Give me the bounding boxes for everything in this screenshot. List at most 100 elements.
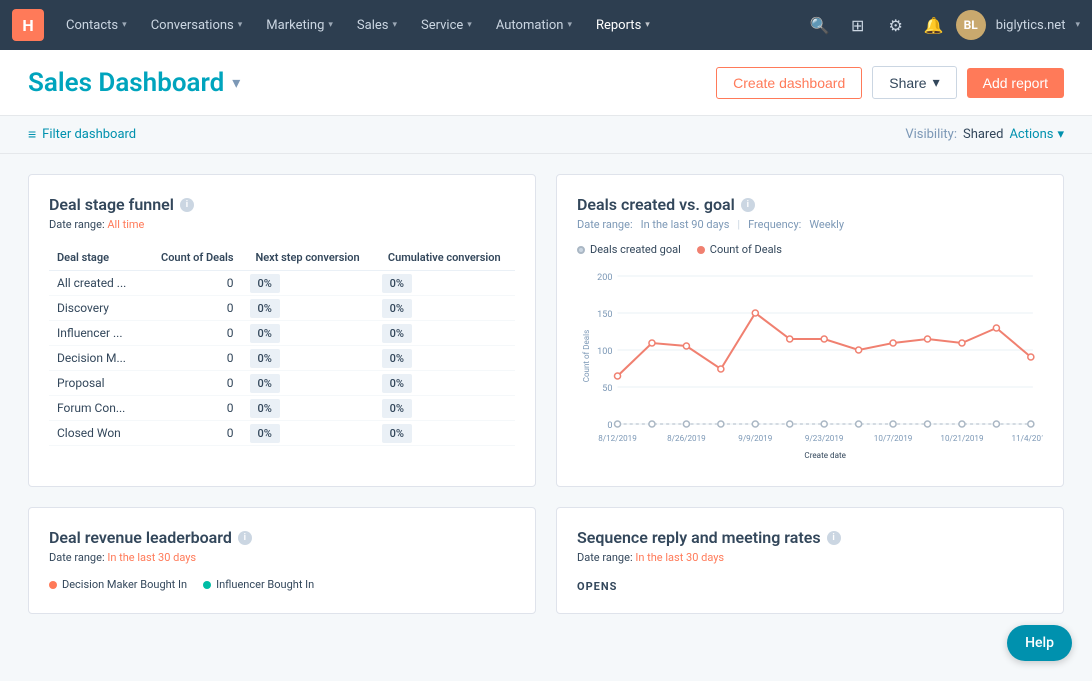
table-row: Decision M... 0 0% 0% <box>49 346 515 371</box>
svg-text:0: 0 <box>607 421 612 431</box>
svg-text:8/12/2019: 8/12/2019 <box>598 434 637 443</box>
add-report-button[interactable]: Add report <box>967 68 1064 98</box>
leaderboard-info-icon[interactable]: i <box>238 531 252 545</box>
settings-icon[interactable]: ⚙ <box>880 9 912 41</box>
share-chevron-icon: ▾ <box>933 74 940 91</box>
actions-button[interactable]: Actions ▾ <box>1009 127 1064 142</box>
legend-goal: Deals created goal <box>577 243 681 256</box>
notifications-icon[interactable]: 🔔 <box>918 9 950 41</box>
stage-name: Forum Con... <box>49 396 143 421</box>
hubspot-logo[interactable]: H <box>12 9 44 41</box>
cumulative-conversion: 0% <box>374 346 515 371</box>
search-icon[interactable]: 🔍 <box>804 9 836 41</box>
svg-text:10/21/2019: 10/21/2019 <box>940 434 983 443</box>
avatar[interactable]: BL <box>956 10 986 40</box>
next-step-conversion: 0% <box>242 421 374 446</box>
funnel-info-icon[interactable]: i <box>180 198 194 212</box>
page-title: Sales Dashboard <box>28 68 224 98</box>
leaderboard-date-range: Date range: In the last 30 days <box>49 551 515 564</box>
chart-area: 200 150 100 50 0 Count of Deals <box>577 266 1043 466</box>
conversations-chevron-icon: ▾ <box>238 20 243 30</box>
stage-name: Closed Won <box>49 421 143 446</box>
nav-contacts[interactable]: Contacts ▾ <box>56 12 137 39</box>
chart-meta: Date range: In the last 90 days | Freque… <box>577 218 1043 231</box>
nav-sales[interactable]: Sales ▾ <box>347 12 407 39</box>
marketing-chevron-icon: ▾ <box>328 20 333 30</box>
filter-dashboard-button[interactable]: ≡ Filter dashboard <box>28 126 136 143</box>
automation-chevron-icon: ▾ <box>567 20 572 30</box>
chart-frequency-value: Weekly <box>809 218 844 231</box>
stage-name: Decision M... <box>49 346 143 371</box>
legend-count: Count of Deals <box>697 243 782 256</box>
cumulative-conversion: 0% <box>374 396 515 421</box>
funnel-date-range-value: All time <box>107 218 144 231</box>
legend-influencer: Influencer Bought In <box>203 578 314 591</box>
funnel-table: Deal stage Count of Deals Next step conv… <box>49 245 515 446</box>
service-chevron-icon: ▾ <box>467 20 472 30</box>
sequence-title: Sequence reply and meeting rates i <box>577 528 1043 547</box>
col-cumulative: Cumulative conversion <box>374 245 515 271</box>
svg-text:8/26/2019: 8/26/2019 <box>667 434 706 443</box>
marketplace-icon[interactable]: ⊞ <box>842 9 874 41</box>
sequence-info-icon[interactable]: i <box>827 531 841 545</box>
stage-name: Proposal <box>49 371 143 396</box>
table-row: Proposal 0 0% 0% <box>49 371 515 396</box>
svg-text:150: 150 <box>597 310 612 320</box>
nav-service[interactable]: Service ▾ <box>411 12 482 39</box>
account-name[interactable]: biglytics.net <box>992 18 1070 33</box>
chart-frequency-label: Frequency: <box>748 218 801 231</box>
leaderboard-card: Deal revenue leaderboard i Date range: I… <box>28 507 536 614</box>
cumulative-conversion: 0% <box>374 421 515 446</box>
sequence-reply-card: Sequence reply and meeting rates i Date … <box>556 507 1064 614</box>
nav-reports[interactable]: Reports ▾ <box>586 12 660 39</box>
stage-count: 0 <box>143 371 242 396</box>
cumulative-conversion: 0% <box>374 371 515 396</box>
stage-name: Discovery <box>49 296 143 321</box>
nav-marketing[interactable]: Marketing ▾ <box>256 12 343 39</box>
nav-automation[interactable]: Automation ▾ <box>486 12 582 39</box>
share-button[interactable]: Share ▾ <box>872 66 956 99</box>
col-stage: Deal stage <box>49 245 143 271</box>
svg-text:Create date: Create date <box>804 451 846 460</box>
chart-info-icon[interactable]: i <box>741 198 755 212</box>
legend-goal-dot <box>577 246 585 254</box>
nav-conversations[interactable]: Conversations ▾ <box>141 12 253 39</box>
cumulative-conversion: 0% <box>374 296 515 321</box>
cumulative-conversion: 0% <box>374 271 515 296</box>
filter-bar: ≡ Filter dashboard Visibility: Shared Ac… <box>0 116 1092 154</box>
col-count: Count of Deals <box>143 245 242 271</box>
visibility-value: Shared <box>963 127 1003 142</box>
help-button[interactable]: Help <box>1007 625 1072 661</box>
next-step-conversion: 0% <box>242 396 374 421</box>
decision-maker-dot <box>49 581 57 589</box>
chart-date-range-value: In the last 90 days <box>641 218 730 231</box>
table-row: All created ... 0 0% 0% <box>49 271 515 296</box>
deal-stage-funnel-card: Deal stage funnel i Date range: All time… <box>28 174 536 487</box>
stage-count: 0 <box>143 346 242 371</box>
title-group: Sales Dashboard ▾ <box>28 68 240 98</box>
opens-label: OPENS <box>577 580 1043 593</box>
title-dropdown-icon[interactable]: ▾ <box>232 73 240 92</box>
next-step-conversion: 0% <box>242 346 374 371</box>
stage-count: 0 <box>143 421 242 446</box>
svg-text:9/23/2019: 9/23/2019 <box>805 434 844 443</box>
page-header: Sales Dashboard ▾ Create dashboard Share… <box>0 50 1092 116</box>
account-chevron-icon: ▾ <box>1075 20 1080 30</box>
funnel-date-range: Date range: All time <box>49 218 515 231</box>
stage-count: 0 <box>143 296 242 321</box>
funnel-title: Deal stage funnel i <box>49 195 515 214</box>
contacts-chevron-icon: ▾ <box>122 20 127 30</box>
next-step-conversion: 0% <box>242 371 374 396</box>
svg-text:100: 100 <box>597 347 612 357</box>
table-row: Closed Won 0 0% 0% <box>49 421 515 446</box>
chart-legend: Deals created goal Count of Deals <box>577 243 1043 256</box>
visibility-label: Visibility: <box>905 127 957 142</box>
stage-name: Influencer ... <box>49 321 143 346</box>
chart-svg: 200 150 100 50 0 Count of Deals <box>577 266 1043 466</box>
leaderboard-title: Deal revenue leaderboard i <box>49 528 515 547</box>
svg-text:Count of Deals: Count of Deals <box>582 330 591 382</box>
create-dashboard-button[interactable]: Create dashboard <box>716 67 862 99</box>
table-row: Discovery 0 0% 0% <box>49 296 515 321</box>
svg-text:9/9/2019: 9/9/2019 <box>738 434 772 443</box>
table-row: Influencer ... 0 0% 0% <box>49 321 515 346</box>
